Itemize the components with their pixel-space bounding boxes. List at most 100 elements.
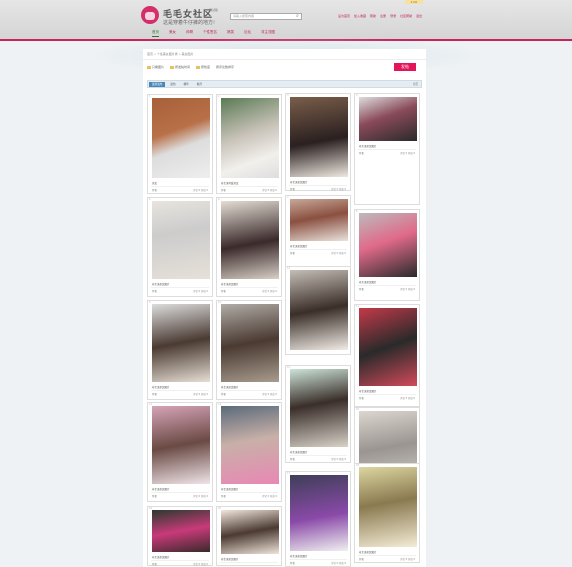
tab-latest[interactable]: 最新发布 bbox=[149, 82, 166, 87]
card-author[interactable]: 作者 bbox=[359, 151, 364, 155]
top-link-logout[interactable]: 退出 bbox=[416, 14, 422, 18]
photo-card[interactable]: 13 非主流美女图片 作者 评论 0 浏览 0 bbox=[147, 402, 213, 502]
photo-thumbnail[interactable] bbox=[359, 308, 417, 386]
card-caption[interactable]: 美女 bbox=[152, 181, 157, 185]
photo-thumbnail[interactable] bbox=[359, 213, 417, 277]
nav-item-3[interactable]: 个性签名 bbox=[203, 30, 217, 37]
card-caption[interactable]: 非主流美女图片 bbox=[221, 487, 239, 491]
photo-thumbnail[interactable] bbox=[152, 406, 210, 484]
card-author[interactable]: 作者 bbox=[221, 289, 226, 293]
card-author[interactable]: 作者 bbox=[290, 457, 295, 461]
photo-card[interactable]: 12 bbox=[285, 266, 351, 355]
card-caption[interactable]: 非主流美女图片 bbox=[152, 487, 170, 491]
card-caption[interactable]: 非主流美女图片 bbox=[359, 144, 377, 148]
logo-icon[interactable] bbox=[141, 6, 159, 24]
nav-item-2[interactable]: 帅哥 bbox=[186, 30, 193, 37]
pagination-link[interactable]: 分页 bbox=[413, 82, 418, 87]
tab-hot[interactable]: 最热 bbox=[167, 82, 178, 87]
search-icon[interactable]: ⌕ bbox=[296, 14, 299, 19]
search-input[interactable]: 请输入搜索内容 bbox=[230, 13, 302, 20]
top-link-login[interactable]: 登录 bbox=[390, 14, 396, 18]
card-caption[interactable]: 非主流美女图片 bbox=[221, 282, 239, 286]
photo-thumbnail[interactable] bbox=[290, 475, 348, 551]
photo-thumbnail[interactable] bbox=[290, 199, 348, 241]
photo-card[interactable]: 1 美女 作者 评论 0 浏览 0 bbox=[147, 94, 213, 194]
tab-recommended[interactable]: 推荐 bbox=[194, 82, 205, 87]
photo-thumbnail[interactable] bbox=[221, 406, 279, 484]
photo-card[interactable]: 20 非主流美女图片 bbox=[216, 506, 282, 566]
photo-card[interactable]: 18 非主流美女图片 作者 评论 0 浏览 0 bbox=[354, 463, 420, 563]
toolbar-item-hot[interactable]: 按热度 bbox=[196, 65, 210, 69]
photo-card[interactable]: 17 非主流美女图片 作者 评论 0 浏览 0 bbox=[285, 471, 351, 567]
card-author[interactable]: 作者 bbox=[359, 396, 364, 400]
photo-card[interactable]: 3 非主流美女图片 作者 评论 0 浏览 0 bbox=[285, 93, 351, 191]
photo-thumbnail[interactable] bbox=[152, 98, 210, 178]
top-link-favorite[interactable]: 加入收藏 bbox=[354, 14, 366, 18]
photo-card[interactable]: 15 非主流美女图片 作者 评论 0 浏览 0 bbox=[285, 365, 351, 463]
photo-card[interactable]: 19 非主流美女图片 作者 评论 0 浏览 0 bbox=[147, 506, 213, 566]
post-button[interactable]: 发帖 bbox=[394, 63, 416, 71]
card-caption[interactable]: 非主流美女图片 bbox=[152, 282, 170, 286]
card-author[interactable]: 作者 bbox=[152, 289, 157, 293]
card-caption[interactable]: 非主流美女图片 bbox=[359, 280, 377, 284]
card-author[interactable]: 作者 bbox=[359, 557, 364, 561]
top-link-register[interactable]: 注册 bbox=[380, 14, 386, 18]
photo-thumbnail[interactable] bbox=[152, 510, 210, 552]
card-divider bbox=[151, 560, 209, 561]
card-author[interactable]: 作者 bbox=[221, 188, 226, 192]
card-caption[interactable]: 非主流美女图片 bbox=[359, 550, 377, 554]
photo-card[interactable]: 8 非主流美女图片 作者 评论 0 浏览 0 bbox=[354, 209, 420, 301]
photo-card[interactable]: 11 非主流美女图片 作者 评论 0 浏览 0 bbox=[354, 304, 420, 407]
card-author[interactable]: 作者 bbox=[290, 251, 295, 255]
top-link-community-help[interactable]: 社区帮助 bbox=[400, 14, 412, 18]
photo-thumbnail[interactable] bbox=[359, 467, 417, 547]
tab-featured[interactable]: 精华 bbox=[181, 82, 192, 87]
card-caption[interactable]: 非主流美女图片 bbox=[152, 385, 170, 389]
card-caption[interactable]: 非主流美女图片 bbox=[359, 389, 377, 393]
content-panel: 首页 » 个性美女图片秀 » 美女图片 只看图片 按发帖时间 按热度 按评论数排… bbox=[143, 49, 426, 567]
breadcrumb[interactable]: 首页 » 个性美女图片秀 » 美女图片 bbox=[147, 52, 194, 56]
photo-card[interactable]: 6 非主流美女图片 作者 评论 0 浏览 0 bbox=[216, 197, 282, 297]
card-author[interactable]: 作者 bbox=[290, 187, 295, 191]
nav-item-0[interactable]: 首页 bbox=[152, 30, 159, 37]
toolbar-item-photos[interactable]: 只看图片 bbox=[147, 65, 164, 69]
photo-thumbnail[interactable] bbox=[221, 510, 279, 554]
toolbar-item-comments[interactable]: 按评论数排序 bbox=[216, 65, 234, 69]
top-link-help[interactable]: 帮助 bbox=[370, 14, 376, 18]
photo-card[interactable]: 4 非主流美女图片 作者 评论 0 浏览 0 bbox=[354, 93, 420, 205]
photo-card[interactable]: 14 非主流美女图片 作者 评论 0 浏览 0 bbox=[216, 402, 282, 502]
card-caption[interactable]: 非主流可爱美女 bbox=[221, 181, 239, 185]
photo-card[interactable]: 2 非主流可爱美女 作者 评论 0 浏览 0 bbox=[216, 94, 282, 194]
photo-card[interactable]: 10 非主流美女图片 作者 评论 0 浏览 0 bbox=[216, 300, 282, 400]
card-caption[interactable]: 非主流美女图片 bbox=[221, 557, 239, 561]
card-caption[interactable]: 非主流美女图片 bbox=[152, 555, 170, 559]
card-caption[interactable]: 非主流美女图片 bbox=[290, 554, 308, 558]
card-author[interactable]: 作者 bbox=[152, 562, 157, 566]
photo-card[interactable]: 5 非主流美女图片 作者 评论 0 浏览 0 bbox=[147, 197, 213, 297]
photo-thumbnail[interactable] bbox=[152, 304, 210, 382]
card-caption[interactable]: 非主流美女图片 bbox=[290, 180, 308, 184]
card-author[interactable]: 作者 bbox=[359, 287, 364, 291]
photo-thumbnail[interactable] bbox=[221, 201, 279, 279]
card-caption[interactable]: 非主流美女图片 bbox=[221, 385, 239, 389]
toolbar-item-time[interactable]: 按发帖时间 bbox=[170, 65, 190, 69]
card-caption[interactable]: 非主流美女图片 bbox=[290, 244, 308, 248]
card-author[interactable]: 作者 bbox=[152, 392, 157, 396]
photo-thumbnail[interactable] bbox=[290, 270, 348, 350]
card-author[interactable]: 作者 bbox=[290, 561, 295, 565]
site-badge: 测试版 bbox=[209, 8, 219, 12]
photo-card[interactable]: 9 非主流美女图片 作者 评论 0 浏览 0 bbox=[147, 300, 213, 400]
photo-thumbnail[interactable] bbox=[359, 97, 417, 141]
card-author[interactable]: 作者 bbox=[221, 392, 226, 396]
photo-thumbnail[interactable] bbox=[152, 201, 210, 279]
top-link-home[interactable]: 设为首页 bbox=[338, 14, 350, 18]
photo-thumbnail[interactable] bbox=[290, 97, 348, 177]
photo-thumbnail[interactable] bbox=[221, 98, 279, 178]
photo-thumbnail[interactable] bbox=[221, 304, 279, 382]
card-author[interactable]: 作者 bbox=[221, 494, 226, 498]
nav-item-1[interactable]: 美女 bbox=[169, 30, 176, 37]
photo-thumbnail[interactable] bbox=[290, 369, 348, 447]
card-author[interactable]: 作者 bbox=[152, 188, 157, 192]
card-author[interactable]: 作者 bbox=[152, 494, 157, 498]
card-caption[interactable]: 非主流美女图片 bbox=[290, 450, 308, 454]
